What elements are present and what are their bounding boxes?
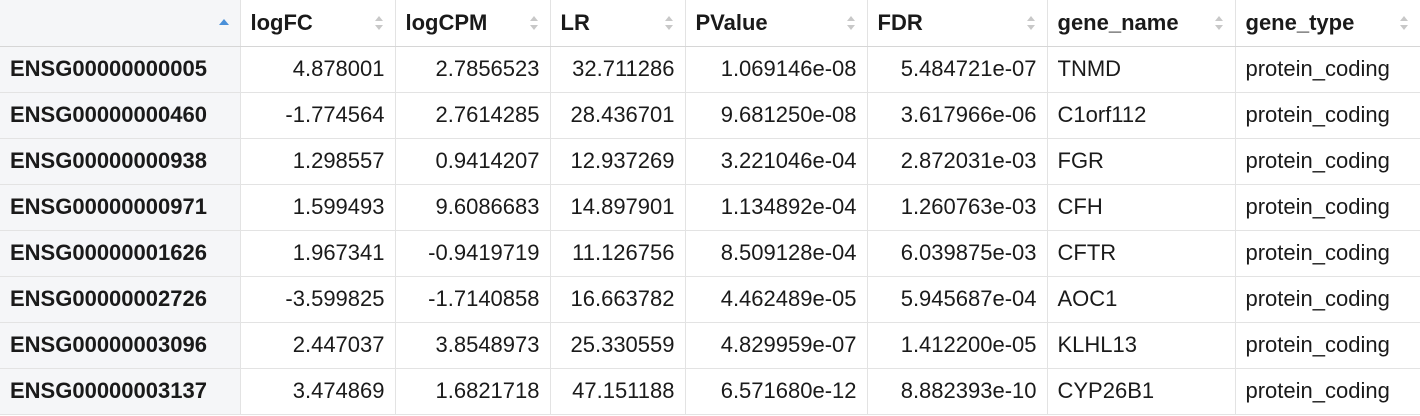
table-cell: CYP26B1 — [1047, 368, 1236, 415]
table-cell: 3.8548973 — [395, 322, 551, 369]
sort-icon[interactable] — [373, 14, 385, 32]
table-cell: 6.039875e-03 — [867, 230, 1048, 277]
table-row: ENSG00000001626 1.967341 -0.9419719 11.1267… — [0, 230, 1420, 277]
table-cell: 4.878001 — [240, 46, 396, 93]
table-cell: 1.967341 — [240, 230, 396, 277]
column-header-label: gene_type — [1245, 9, 1355, 35]
table-cell: 8.882393e-10 — [867, 368, 1048, 415]
table-cell: 12.937269 — [550, 138, 686, 185]
sort-icon[interactable] — [1398, 14, 1410, 32]
column-header-lr[interactable]: LR — [550, 0, 686, 47]
column-header-label: FDR — [877, 9, 923, 35]
table-cell: CFH — [1047, 184, 1236, 231]
sort-icon[interactable] — [845, 14, 857, 32]
column-header-gene-type[interactable]: gene_type — [1235, 0, 1420, 47]
row-name-cell: ENSG00000000460 — [0, 92, 241, 139]
table-row: ENSG00000003137 3.474869 1.6821718 47.15118… — [0, 368, 1420, 415]
table-row: ENSG00000000971 1.599493 9.6086683 14.89790… — [0, 184, 1420, 231]
table-cell: 0.9414207 — [395, 138, 551, 185]
table-row: ENSG00000000005 4.878001 2.7856523 32.71128… — [0, 46, 1420, 93]
column-header-logfc[interactable]: logFC — [240, 0, 396, 47]
column-header-label: logCPM — [405, 9, 488, 35]
table-cell: 5.945687e-04 — [867, 276, 1048, 323]
table-cell: protein_coding — [1235, 368, 1420, 415]
header-row: logFC logCPM LR PValue FDR gene_name gene_type — [0, 0, 1420, 47]
row-name-cell: ENSG00000003137 — [0, 368, 241, 415]
row-name-cell: ENSG00000001626 — [0, 230, 241, 277]
table-cell: 6.571680e-12 — [685, 368, 868, 415]
column-header-label: logFC — [250, 9, 313, 35]
table-cell: protein_coding — [1235, 138, 1420, 185]
sort-icon[interactable] — [1025, 14, 1037, 32]
table-cell: 5.484721e-07 — [867, 46, 1048, 93]
table-cell: FGR — [1047, 138, 1236, 185]
table-body: ENSG00000000005 4.878001 2.7856523 32.71128… — [0, 46, 1420, 415]
data-table: logFC logCPM LR PValue FDR gene_name gene_type… — [0, 0, 1420, 415]
table-cell: 9.681250e-08 — [685, 92, 868, 139]
table-cell: 1.412200e-05 — [867, 322, 1048, 369]
sort-icon[interactable] — [663, 14, 675, 32]
sort-icon[interactable] — [528, 14, 540, 32]
table-cell: 2.447037 — [240, 322, 396, 369]
row-name-cell: ENSG00000003096 — [0, 322, 241, 369]
table-cell: -3.599825 — [240, 276, 396, 323]
column-header-label: gene_name — [1057, 9, 1179, 35]
table-cell: protein_coding — [1235, 46, 1420, 93]
table-row: ENSG00000000938 1.298557 0.9414207 12.93726… — [0, 138, 1420, 185]
table-cell: CFTR — [1047, 230, 1236, 277]
table-cell: 4.829959e-07 — [685, 322, 868, 369]
table-cell: -0.9419719 — [395, 230, 551, 277]
row-name-cell: ENSG00000000971 — [0, 184, 241, 231]
column-header-gene-name[interactable]: gene_name — [1047, 0, 1236, 47]
table-cell: 16.663782 — [550, 276, 686, 323]
table-cell: 25.330559 — [550, 322, 686, 369]
sort-icon[interactable] — [1213, 14, 1225, 32]
table-row: ENSG00000000460 -1.774564 2.7614285 28.4367… — [0, 92, 1420, 139]
table-cell: TNMD — [1047, 46, 1236, 93]
table-row: ENSG00000002726 -3.599825 -1.7140858 16.663… — [0, 276, 1420, 323]
row-name-cell: ENSG00000000938 — [0, 138, 241, 185]
row-name-cell: ENSG00000002726 — [0, 276, 241, 323]
table-cell: 8.509128e-04 — [685, 230, 868, 277]
table-cell: protein_coding — [1235, 184, 1420, 231]
table-cell: 32.711286 — [550, 46, 686, 93]
table-cell: KLHL13 — [1047, 322, 1236, 369]
table-cell: 47.151188 — [550, 368, 686, 415]
table-cell: 1.599493 — [240, 184, 396, 231]
column-header-logcpm[interactable]: logCPM — [395, 0, 551, 47]
table-cell: 11.126756 — [550, 230, 686, 277]
table-cell: C1orf112 — [1047, 92, 1236, 139]
table-cell: protein_coding — [1235, 276, 1420, 323]
column-header-label: PValue — [695, 9, 768, 35]
table-cell: 3.474869 — [240, 368, 396, 415]
table-cell: 14.897901 — [550, 184, 686, 231]
table-cell: 3.221046e-04 — [685, 138, 868, 185]
table-cell: 1.069146e-08 — [685, 46, 868, 93]
table-cell: 9.6086683 — [395, 184, 551, 231]
column-header-rownames[interactable] — [0, 0, 241, 47]
table-cell: 1.134892e-04 — [685, 184, 868, 231]
table-cell: 1.298557 — [240, 138, 396, 185]
table-cell: 1.6821718 — [395, 368, 551, 415]
table-cell: protein_coding — [1235, 230, 1420, 277]
table-cell: 2.7614285 — [395, 92, 551, 139]
table-cell: protein_coding — [1235, 322, 1420, 369]
table-cell: protein_coding — [1235, 92, 1420, 139]
table-cell: 4.462489e-05 — [685, 276, 868, 323]
table-cell: 28.436701 — [550, 92, 686, 139]
table-cell: 2.872031e-03 — [867, 138, 1048, 185]
table-row: ENSG00000003096 2.447037 3.8548973 25.33055… — [0, 322, 1420, 369]
table-cell: 1.260763e-03 — [867, 184, 1048, 231]
sort-ascending-icon[interactable] — [218, 14, 230, 32]
table-cell: -1.774564 — [240, 92, 396, 139]
table-cell: AOC1 — [1047, 276, 1236, 323]
column-header-fdr[interactable]: FDR — [867, 0, 1048, 47]
column-header-pvalue[interactable]: PValue — [685, 0, 868, 47]
table-cell: 2.7856523 — [395, 46, 551, 93]
table-cell: -1.7140858 — [395, 276, 551, 323]
column-header-label: LR — [560, 9, 590, 35]
table-cell: 3.617966e-06 — [867, 92, 1048, 139]
row-name-cell: ENSG00000000005 — [0, 46, 241, 93]
